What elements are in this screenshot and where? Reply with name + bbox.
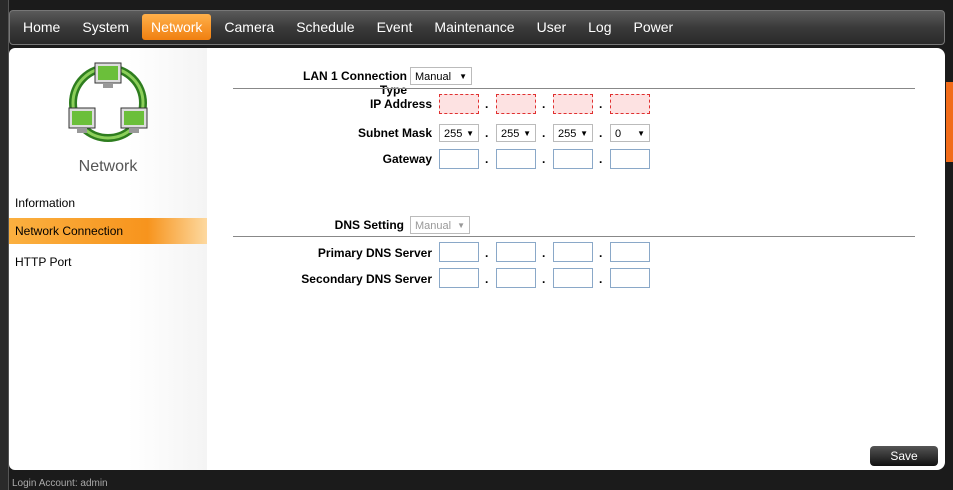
secondary-dns-octet-1[interactable] xyxy=(439,268,479,288)
dot-separator: . xyxy=(542,246,546,260)
right-side-tab[interactable] xyxy=(946,82,953,162)
subnet-mask-label: Subnet Mask xyxy=(357,126,432,140)
secondary-dns-octet-3[interactable] xyxy=(553,268,593,288)
primary-dns-octet-4[interactable] xyxy=(610,242,650,262)
chevron-down-icon: ▼ xyxy=(457,221,465,230)
nav-event[interactable]: Event xyxy=(368,14,422,40)
dns-setting-value: Manual xyxy=(415,220,452,232)
dot-separator: . xyxy=(485,272,489,286)
subnet-octet-4[interactable]: 0 ▼ xyxy=(610,124,650,142)
nav-maintenance[interactable]: Maintenance xyxy=(425,14,523,40)
nav-camera[interactable]: Camera xyxy=(215,14,283,40)
dot-separator: . xyxy=(542,97,546,111)
main-nav: Home System Network Camera Schedule Even… xyxy=(14,14,686,40)
nav-network[interactable]: Network xyxy=(142,14,212,40)
sidebar-item-http-port[interactable]: HTTP Port xyxy=(9,249,207,275)
dot-separator: . xyxy=(542,126,546,140)
primary-dns-label: Primary DNS Server xyxy=(317,246,432,260)
sidebar-item-network-connection[interactable]: Network Connection xyxy=(9,218,207,244)
nav-home[interactable]: Home xyxy=(14,14,69,40)
nav-log[interactable]: Log xyxy=(579,14,620,40)
gateway-octet-4[interactable] xyxy=(610,149,650,169)
login-status: Login Account: admin xyxy=(12,478,108,489)
subnet-octet-1[interactable]: 255 ▼ xyxy=(439,124,479,142)
chevron-down-icon: ▼ xyxy=(580,129,588,138)
subnet-value: 255 xyxy=(444,128,463,140)
dot-separator: . xyxy=(485,152,489,166)
nav-system[interactable]: System xyxy=(73,14,138,40)
gateway-octet-2[interactable] xyxy=(496,149,536,169)
secondary-dns-octet-4[interactable] xyxy=(610,268,650,288)
divider xyxy=(233,88,915,89)
ip-octet-2[interactable] xyxy=(496,94,536,114)
chevron-down-icon: ▼ xyxy=(459,72,467,81)
dns-setting-label: DNS Setting xyxy=(334,218,404,232)
dot-separator: . xyxy=(599,152,603,166)
lan-type-label: LAN 1 Connection Type xyxy=(303,69,407,97)
nav-user[interactable]: User xyxy=(528,14,576,40)
dot-separator: . xyxy=(599,97,603,111)
lan-type-value: Manual xyxy=(415,71,452,83)
ip-octet-4[interactable] xyxy=(610,94,650,114)
subnet-octet-2[interactable]: 255 ▼ xyxy=(496,124,536,142)
chevron-down-icon: ▼ xyxy=(466,129,474,138)
gateway-label: Gateway xyxy=(382,152,432,166)
divider xyxy=(233,236,915,237)
sidebar: Network Information Network Connection H… xyxy=(9,48,207,470)
dns-setting-select: Manual ▼ xyxy=(410,216,470,234)
sidebar-item-information[interactable]: Information xyxy=(9,190,207,216)
content-panel: LAN 1 Connection Type Manual ▼ IP Addres… xyxy=(207,48,945,470)
dot-separator: . xyxy=(599,126,603,140)
chevron-down-icon: ▼ xyxy=(637,129,645,138)
chevron-down-icon: ▼ xyxy=(523,129,531,138)
lan-type-select[interactable]: Manual ▼ xyxy=(410,67,472,85)
nav-power[interactable]: Power xyxy=(625,14,683,40)
nav-schedule[interactable]: Schedule xyxy=(287,14,363,40)
dot-separator: . xyxy=(599,246,603,260)
primary-dns-octet-2[interactable] xyxy=(496,242,536,262)
ip-octet-1[interactable] xyxy=(439,94,479,114)
secondary-dns-label: Secondary DNS Server xyxy=(301,272,432,286)
gateway-octet-3[interactable] xyxy=(553,149,593,169)
gateway-octet-1[interactable] xyxy=(439,149,479,169)
network-icon xyxy=(68,62,148,142)
subnet-value: 0 xyxy=(615,128,622,140)
secondary-dns-octet-2[interactable] xyxy=(496,268,536,288)
save-button[interactable]: Save xyxy=(870,446,938,466)
primary-dns-octet-3[interactable] xyxy=(553,242,593,262)
subnet-octet-3[interactable]: 255 ▼ xyxy=(553,124,593,142)
dot-separator: . xyxy=(599,272,603,286)
dot-separator: . xyxy=(485,246,489,260)
dot-separator: . xyxy=(485,97,489,111)
subnet-value: 255 xyxy=(558,128,577,140)
dot-separator: . xyxy=(485,126,489,140)
sidebar-title: Network xyxy=(78,158,138,175)
left-rail xyxy=(0,0,9,490)
dot-separator: . xyxy=(542,272,546,286)
ip-address-label: IP Address xyxy=(369,97,432,111)
primary-dns-octet-1[interactable] xyxy=(439,242,479,262)
subnet-value: 255 xyxy=(501,128,520,140)
dot-separator: . xyxy=(542,152,546,166)
ip-octet-3[interactable] xyxy=(553,94,593,114)
